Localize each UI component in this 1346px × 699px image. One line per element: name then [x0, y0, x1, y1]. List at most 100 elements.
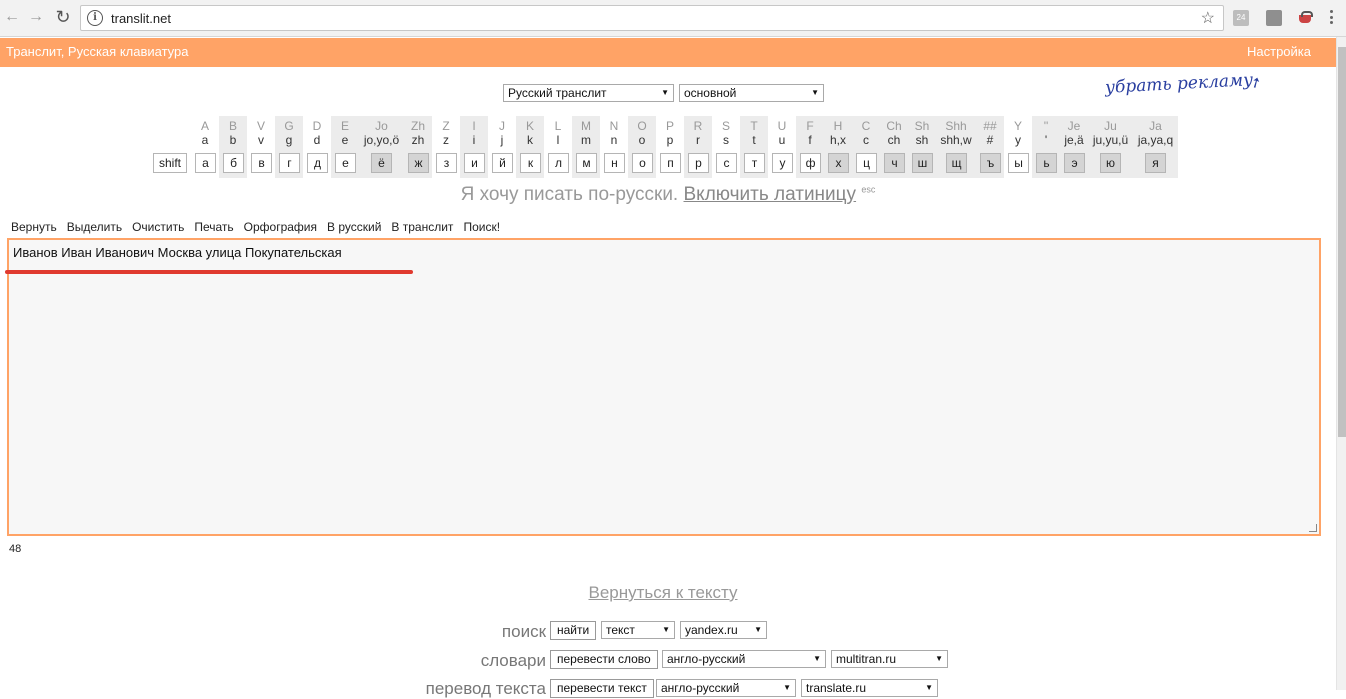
- cyrillic-key[interactable]: д: [307, 153, 328, 173]
- key-latin-label: C: [861, 119, 871, 133]
- cyrillic-key[interactable]: ё: [371, 153, 392, 173]
- key-column: Ttт: [740, 116, 768, 178]
- cyrillic-key[interactable]: с: [716, 153, 737, 173]
- key-column: Je je,ä э: [1060, 116, 1088, 178]
- cyrillic-key[interactable]: ь: [1036, 153, 1057, 173]
- translation-service-select[interactable]: translate.ru: [801, 679, 938, 697]
- address-bar[interactable]: i translit.net ☆: [80, 5, 1224, 31]
- cyrillic-key[interactable]: ъ: [980, 153, 1001, 173]
- search-engine-select[interactable]: yandex.ru: [680, 621, 767, 639]
- key-translit-label: u: [778, 133, 786, 147]
- key-translit-label: g: [285, 133, 293, 147]
- key-latin-label: I: [472, 119, 476, 133]
- scrollbar-thumb[interactable]: [1338, 47, 1346, 437]
- select-all-button[interactable]: Выделить: [67, 220, 122, 234]
- cyrillic-key[interactable]: к: [520, 153, 541, 173]
- spellcheck-button[interactable]: Орфография: [244, 220, 317, 234]
- cyrillic-key[interactable]: й: [492, 153, 513, 173]
- cyrillic-key[interactable]: ж: [408, 153, 429, 173]
- search-type-select[interactable]: текст: [601, 621, 675, 639]
- to-translit-button[interactable]: В транслит: [391, 220, 453, 234]
- cyrillic-key[interactable]: т: [744, 153, 765, 173]
- cyrillic-key[interactable]: щ: [946, 153, 967, 173]
- to-russian-button[interactable]: В русский: [327, 220, 381, 234]
- info-icon[interactable]: i: [87, 10, 103, 26]
- key-translit-label: y: [1015, 133, 1021, 147]
- cyrillic-key[interactable]: о: [632, 153, 653, 173]
- translate-text-button[interactable]: перевести текст: [550, 679, 654, 698]
- browser-menu-icon[interactable]: [1330, 10, 1334, 26]
- key-column: Rrр: [684, 116, 712, 178]
- cyrillic-key[interactable]: л: [548, 153, 569, 173]
- cyrillic-key[interactable]: ч: [884, 153, 905, 173]
- back-arrow-icon[interactable]: ←: [2, 7, 22, 27]
- cyrillic-key[interactable]: э: [1064, 153, 1085, 173]
- dictionary-language-select[interactable]: англо-русский: [662, 650, 826, 668]
- undo-button[interactable]: Вернуть: [11, 220, 57, 234]
- search-button[interactable]: Поиск!: [463, 220, 500, 234]
- cyrillic-key[interactable]: ц: [856, 153, 877, 173]
- key-column: Ppп: [656, 116, 684, 178]
- cyrillic-key[interactable]: и: [464, 153, 485, 173]
- key-latin-label: Ju: [1104, 119, 1117, 133]
- key-translit-label: sh: [915, 133, 929, 147]
- bookmark-star-icon[interactable]: ☆: [1201, 8, 1215, 28]
- text-editor[interactable]: Иванов Иван Иванович Москва улица Покупа…: [7, 238, 1321, 536]
- find-button[interactable]: найти: [550, 621, 597, 640]
- key-translit-label: z: [443, 133, 449, 147]
- cyrillic-key[interactable]: р: [688, 153, 709, 173]
- page-scrollbar[interactable]: [1336, 37, 1346, 690]
- key-latin-label: Y: [1013, 119, 1022, 133]
- cyrillic-key[interactable]: н: [604, 153, 625, 173]
- editor-text[interactable]: Иванов Иван Иванович Москва улица Покупа…: [13, 245, 342, 260]
- remove-ads-link[interactable]: убрать рекламу: [1105, 70, 1254, 98]
- cyrillic-key[interactable]: г: [279, 153, 300, 173]
- key-translit-label: v: [258, 133, 264, 147]
- forward-arrow-icon[interactable]: →: [26, 7, 46, 27]
- cyrillic-key[interactable]: я: [1145, 153, 1166, 173]
- key-latin-label: E: [340, 119, 349, 133]
- key-latin-label: G: [284, 119, 294, 133]
- cyrillic-key[interactable]: е: [335, 153, 356, 173]
- key-column: Jo jo,yo,ö ё: [359, 116, 404, 178]
- print-button[interactable]: Печать: [194, 220, 233, 234]
- cyrillic-key[interactable]: п: [660, 153, 681, 173]
- cyrillic-key[interactable]: з: [436, 153, 457, 173]
- key-translit-label: ja,ya,q: [1137, 133, 1174, 147]
- cyrillic-key[interactable]: ш: [912, 153, 933, 173]
- key-latin-label: A: [200, 119, 209, 133]
- cyrillic-key[interactable]: ф: [800, 153, 821, 173]
- cyrillic-key[interactable]: а: [195, 153, 216, 173]
- cyrillic-key[interactable]: в: [251, 153, 272, 173]
- reload-icon[interactable]: ↻: [53, 7, 73, 27]
- extension-rss-icon[interactable]: [1266, 10, 1282, 26]
- key-translit-label: jo,yo,ö: [363, 133, 400, 147]
- site-title[interactable]: Транслит, Русская клавиатура: [6, 44, 189, 59]
- cyrillic-key[interactable]: ы: [1008, 153, 1029, 173]
- translate-word-button[interactable]: перевести слово: [550, 650, 658, 669]
- cyrillic-key[interactable]: м: [576, 153, 597, 173]
- cyrillic-key[interactable]: у: [772, 153, 793, 173]
- extension-calendar-icon[interactable]: 24: [1233, 10, 1249, 26]
- extension-basket-icon[interactable]: [1297, 10, 1313, 26]
- resize-grip-icon[interactable]: [1309, 524, 1317, 532]
- dictionary-service-select[interactable]: multitran.ru: [831, 650, 948, 668]
- clear-button[interactable]: Очистить: [132, 220, 184, 234]
- settings-link[interactable]: Настройка: [1247, 44, 1311, 59]
- cyrillic-key[interactable]: ю: [1100, 153, 1121, 173]
- key-column: Uuу: [768, 116, 796, 178]
- key-translit-label: l: [556, 133, 560, 147]
- key-latin-label: O: [637, 119, 647, 133]
- cyrillic-key[interactable]: б: [223, 153, 244, 173]
- enable-latin-link[interactable]: Включить латиницу: [684, 184, 857, 205]
- key-column: Hh,x х: [824, 116, 852, 178]
- key-column: Aaа: [191, 116, 219, 178]
- key-latin-label: R: [693, 119, 703, 133]
- key-translit-label: i: [472, 133, 476, 147]
- keyboard-layout-select[interactable]: основной: [679, 84, 824, 102]
- cyrillic-key[interactable]: х: [828, 153, 849, 173]
- translation-language-select[interactable]: англо-русский: [656, 679, 796, 697]
- shift-key[interactable]: shift: [153, 153, 187, 173]
- back-to-text-link[interactable]: Вернуться к тексту: [0, 583, 1326, 603]
- translit-mode-select[interactable]: Русский транслит: [503, 84, 674, 102]
